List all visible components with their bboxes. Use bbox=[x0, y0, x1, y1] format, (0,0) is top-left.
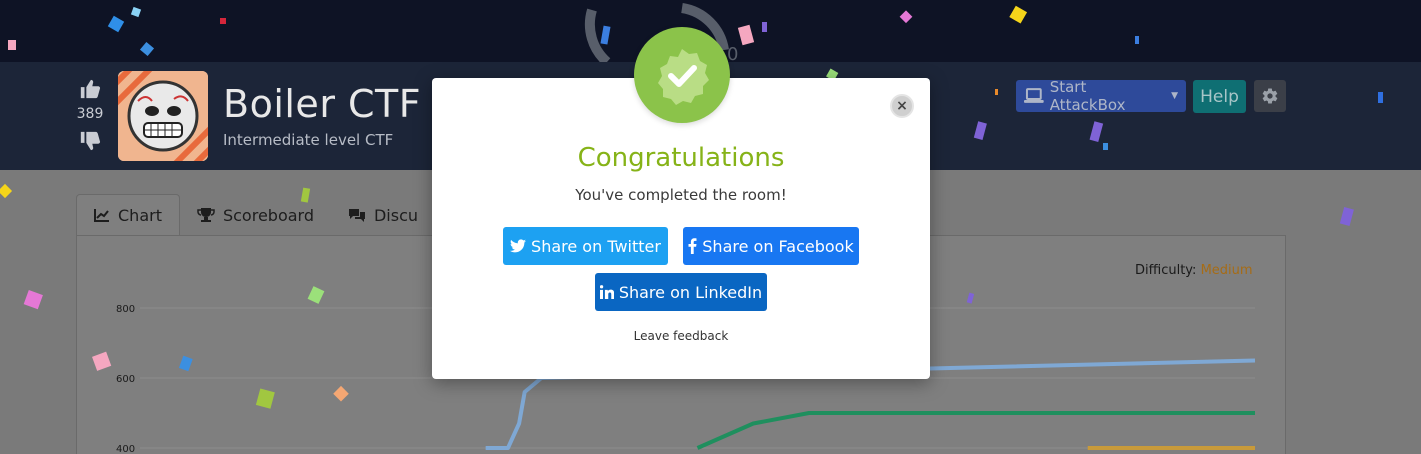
share-facebook-button[interactable]: Share on Facebook bbox=[683, 227, 859, 265]
share-facebook-label: Share on Facebook bbox=[702, 236, 854, 256]
close-button[interactable]: × bbox=[890, 94, 914, 118]
facebook-icon bbox=[688, 238, 697, 254]
share-twitter-label: Share on Twitter bbox=[531, 236, 661, 256]
check-badge-icon bbox=[658, 49, 709, 105]
twitter-icon bbox=[510, 239, 527, 253]
leave-feedback-link[interactable]: Leave feedback bbox=[432, 329, 930, 343]
close-icon: × bbox=[896, 98, 908, 114]
share-linkedin-label: Share on LinkedIn bbox=[618, 282, 763, 302]
share-linkedin-button[interactable]: Share on LinkedIn bbox=[595, 273, 767, 311]
modal-message: You've completed the room! bbox=[575, 186, 787, 204]
linkedin-icon bbox=[599, 285, 614, 299]
modal-title: Congratulations bbox=[577, 143, 785, 173]
share-twitter-button[interactable]: Share on Twitter bbox=[503, 227, 668, 265]
success-badge bbox=[634, 27, 730, 123]
